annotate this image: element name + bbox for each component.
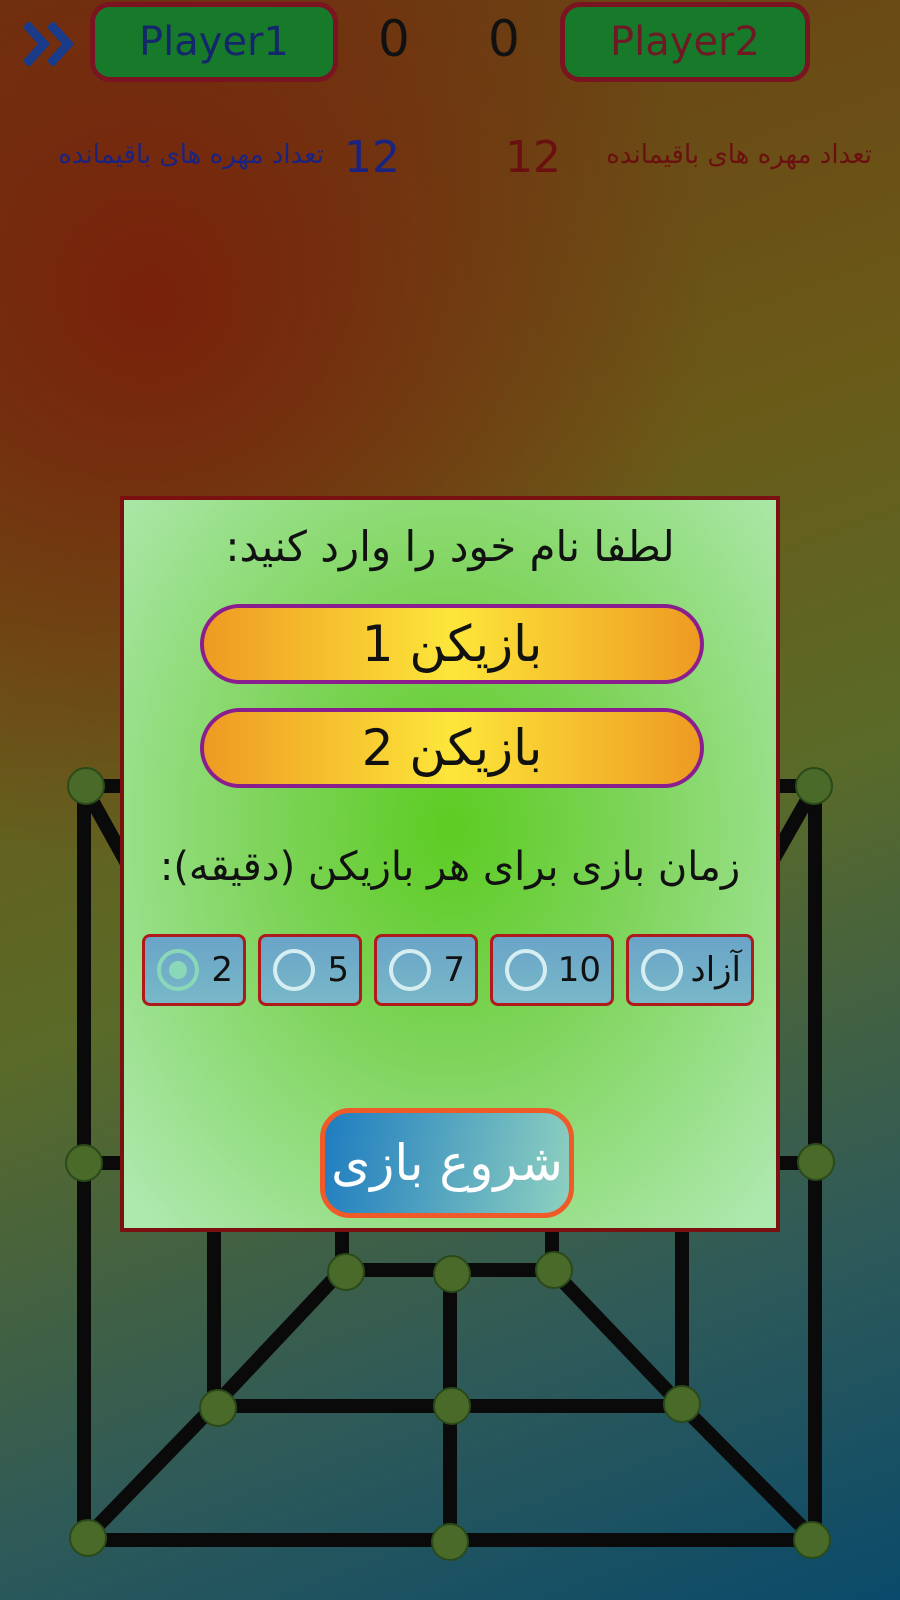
- double-chevron-right-icon[interactable]: [22, 18, 78, 70]
- player1-score: 0: [378, 10, 410, 68]
- board-line: [672, 1396, 825, 1550]
- board-node: [795, 767, 833, 805]
- board-node: [67, 767, 105, 805]
- board-node: [797, 1143, 835, 1181]
- board-line: [204, 1260, 352, 1416]
- player1-remaining-count: 12: [344, 132, 400, 183]
- radio-icon[interactable]: [641, 949, 683, 991]
- time-option-label: 2: [211, 950, 233, 990]
- time-option-label: آزاد: [690, 950, 741, 990]
- start-game-button[interactable]: شروع بازی: [320, 1108, 574, 1218]
- radio-icon[interactable]: [389, 949, 431, 991]
- radio-icon[interactable]: [505, 949, 547, 991]
- time-option-7[interactable]: 7: [374, 934, 478, 1006]
- radio-icon[interactable]: [273, 949, 315, 991]
- time-option-label: 5: [327, 950, 349, 990]
- player1-button[interactable]: Player1: [90, 2, 338, 82]
- player2-remaining-label: تعداد مهره های باقیمانده: [606, 140, 872, 170]
- board-line: [74, 1396, 224, 1550]
- board-node: [69, 1519, 107, 1557]
- time-option-5[interactable]: 5: [258, 934, 362, 1006]
- board-line: [542, 1260, 692, 1416]
- player2-name-input[interactable]: بازیکن 2: [200, 708, 704, 788]
- time-option-label: 10: [557, 950, 601, 990]
- time-option-10[interactable]: 10: [490, 934, 614, 1006]
- time-label: زمان بازی برای هر بازیکن (دقیقه):: [159, 844, 741, 890]
- board-node: [199, 1389, 237, 1427]
- board-node: [663, 1385, 701, 1423]
- board-node: [535, 1251, 573, 1289]
- radio-selected-icon[interactable]: [157, 949, 199, 991]
- player1-name-input[interactable]: بازیکن 1: [200, 604, 704, 684]
- time-option-label: 7: [443, 950, 465, 990]
- player2-button[interactable]: Player2: [560, 2, 810, 82]
- player2-remaining-count: 12: [505, 132, 561, 183]
- player2-score: 0: [488, 10, 520, 68]
- board-node: [793, 1521, 831, 1559]
- board-node: [433, 1387, 471, 1425]
- board-node: [433, 1255, 471, 1293]
- player-setup-dialog: لطفا نام خود را وارد کنید: بازیکن 1 بازی…: [120, 496, 780, 1232]
- board-node: [327, 1253, 365, 1291]
- time-option-2[interactable]: 2: [142, 934, 246, 1006]
- top-bar: Player1 0 0 Player2: [0, 0, 900, 100]
- board-node: [431, 1523, 469, 1561]
- dialog-title: لطفا نام خود را وارد کنید:: [225, 522, 675, 571]
- board-node: [65, 1144, 103, 1182]
- time-option-free[interactable]: آزاد: [626, 934, 754, 1006]
- player1-remaining-label: تعداد مهره های باقیمانده: [58, 140, 324, 170]
